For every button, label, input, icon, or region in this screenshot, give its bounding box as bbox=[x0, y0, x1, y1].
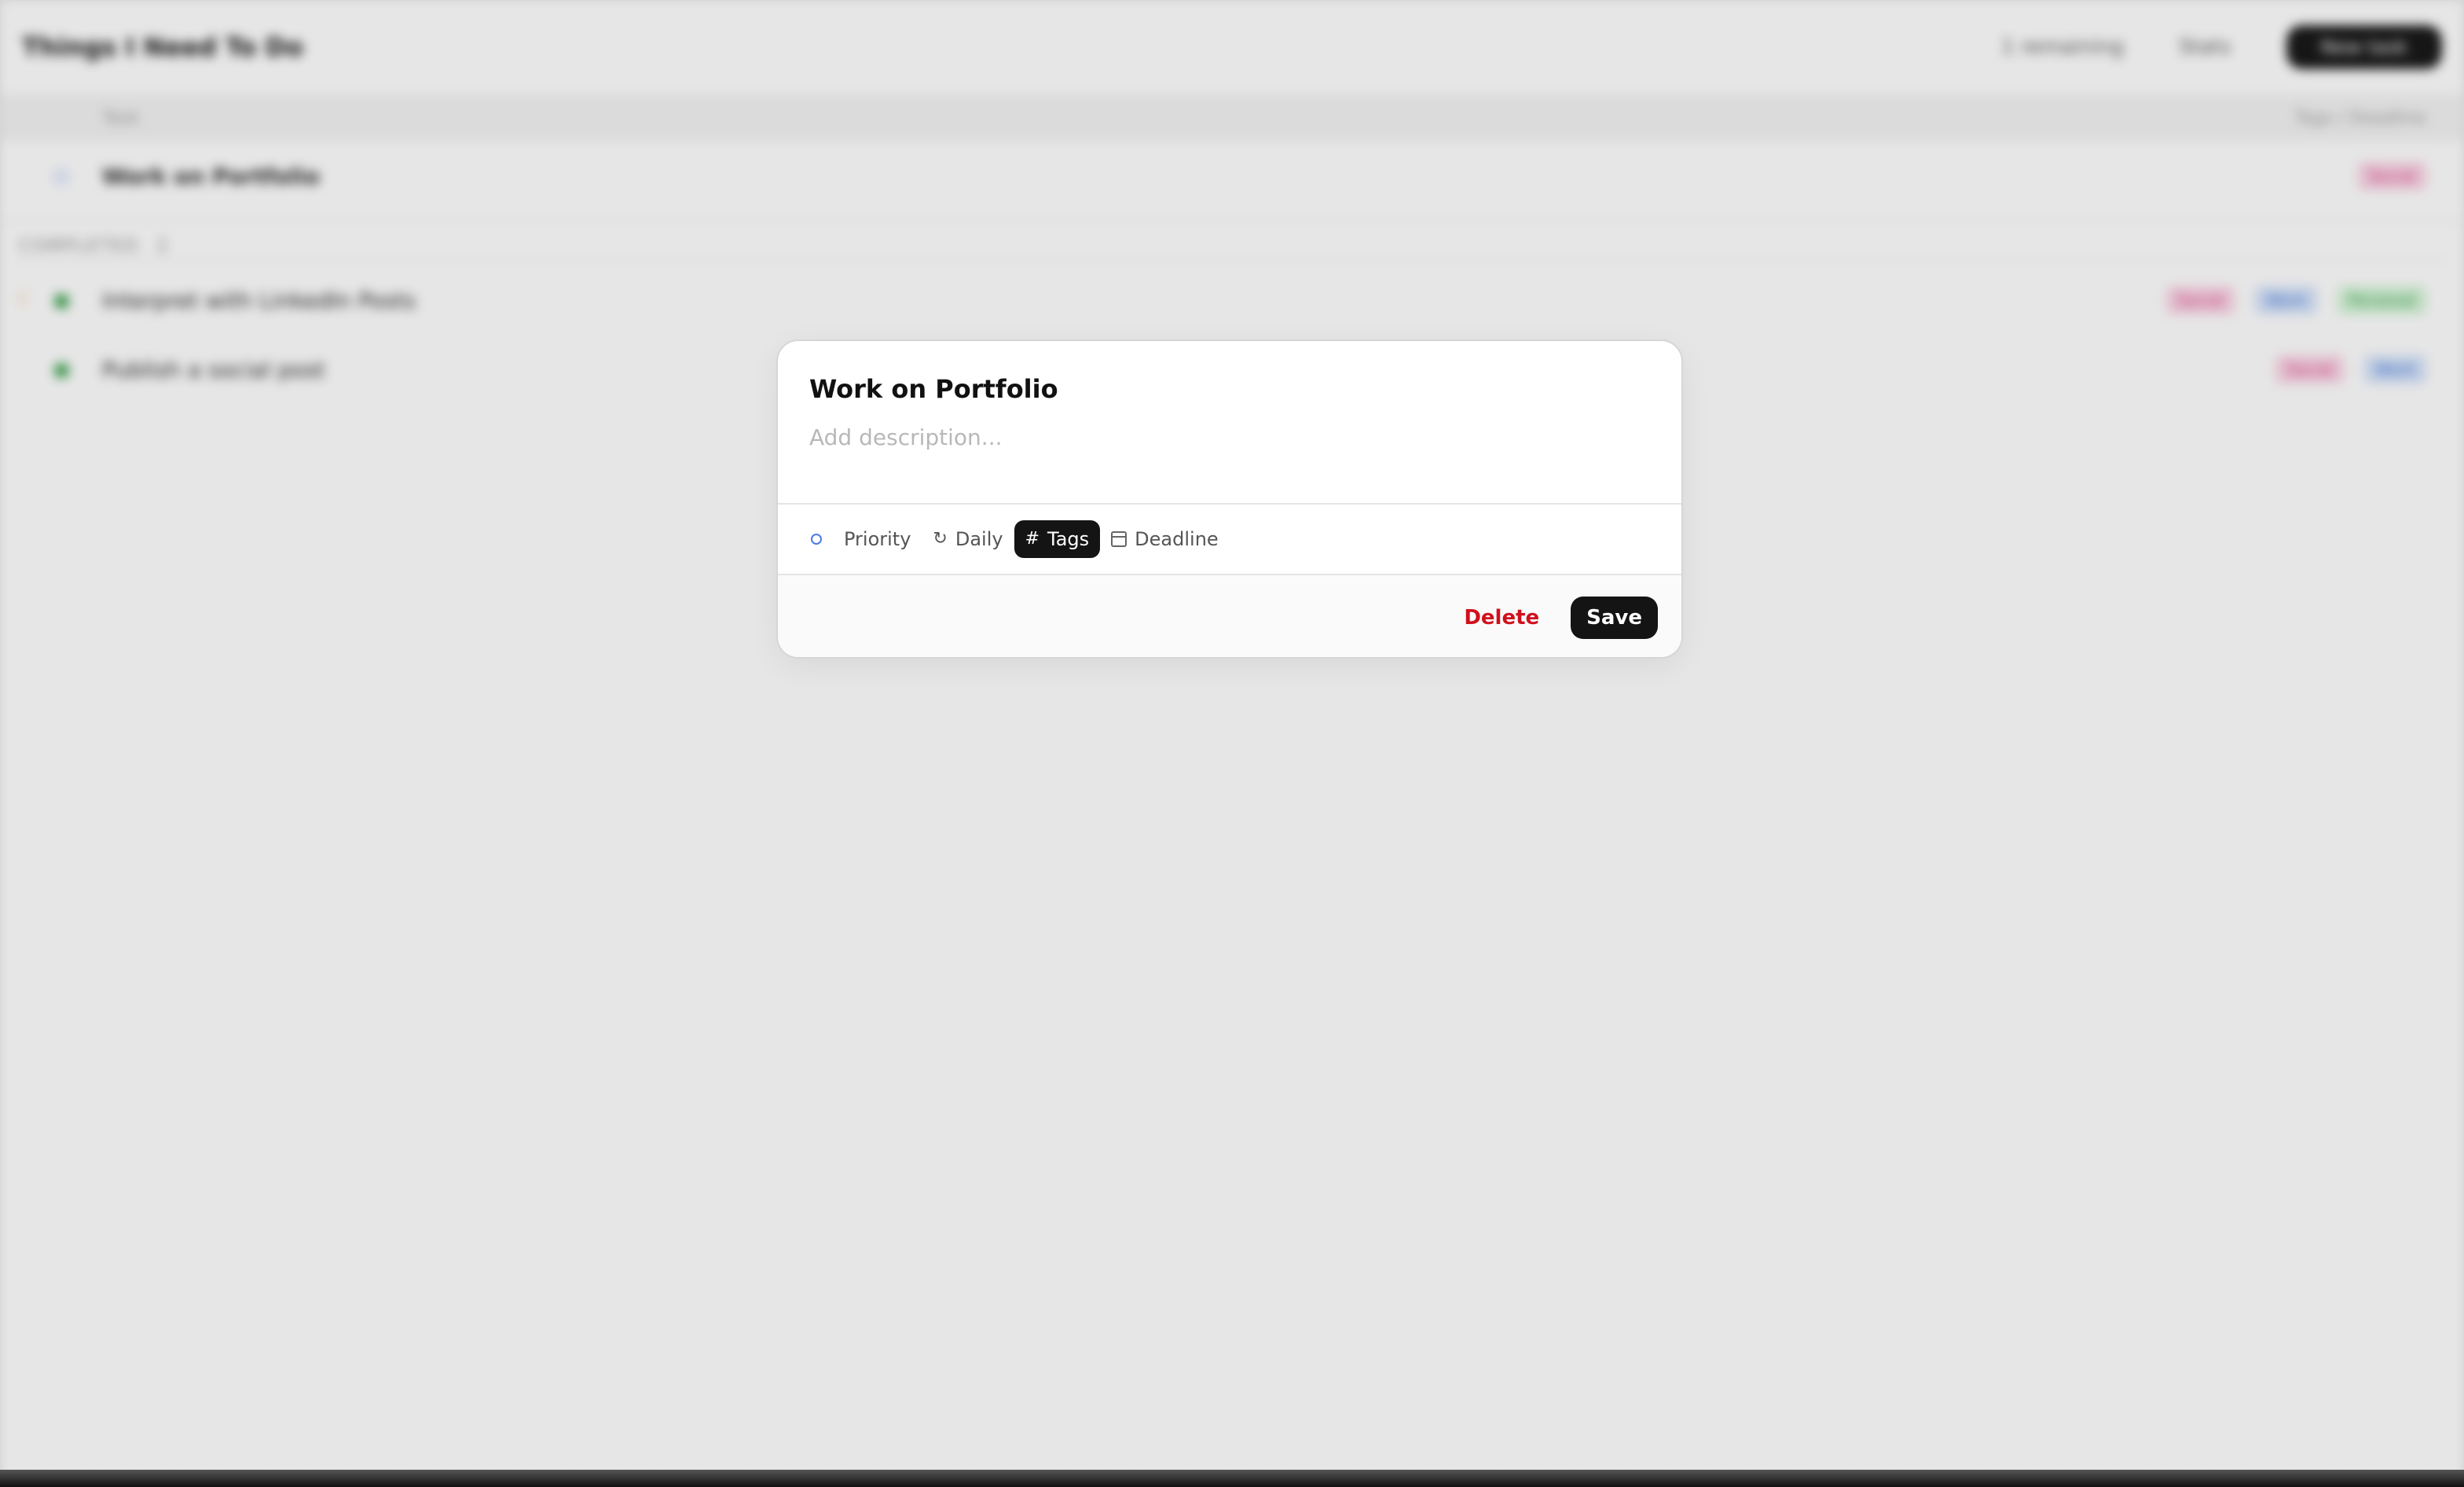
delete-button[interactable]: Delete bbox=[1464, 598, 1539, 637]
save-button[interactable]: Save bbox=[1571, 597, 1658, 639]
bottom-edge-bar bbox=[0, 1470, 2464, 1487]
edit-task-modal: Work on Portfolio Priority ↻ Daily # Tag… bbox=[776, 340, 1683, 659]
tags-label: Tags bbox=[1047, 528, 1090, 550]
tags-button[interactable]: # Tags bbox=[1014, 520, 1101, 558]
task-title-field[interactable]: Work on Portfolio bbox=[809, 374, 1058, 404]
deadline-label: Deadline bbox=[1135, 528, 1219, 550]
repeat-icon: ↻ bbox=[933, 529, 948, 549]
status-button[interactable] bbox=[800, 520, 833, 558]
modal-overlay[interactable] bbox=[0, 0, 2464, 1487]
circle-icon bbox=[811, 534, 822, 545]
priority-label: Priority bbox=[844, 528, 911, 550]
repeat-button[interactable]: ↻ Daily bbox=[922, 520, 1014, 558]
priority-button[interactable]: Priority bbox=[833, 520, 922, 558]
hash-icon: # bbox=[1025, 529, 1040, 549]
calendar-icon bbox=[1111, 531, 1128, 547]
modal-footer: Delete Save bbox=[778, 575, 1681, 657]
description-input[interactable] bbox=[809, 424, 1642, 450]
task-options-toolbar: Priority ↻ Daily # Tags Deadline bbox=[778, 503, 1681, 575]
repeat-label: Daily bbox=[955, 528, 1003, 550]
deadline-button[interactable]: Deadline bbox=[1100, 520, 1230, 558]
